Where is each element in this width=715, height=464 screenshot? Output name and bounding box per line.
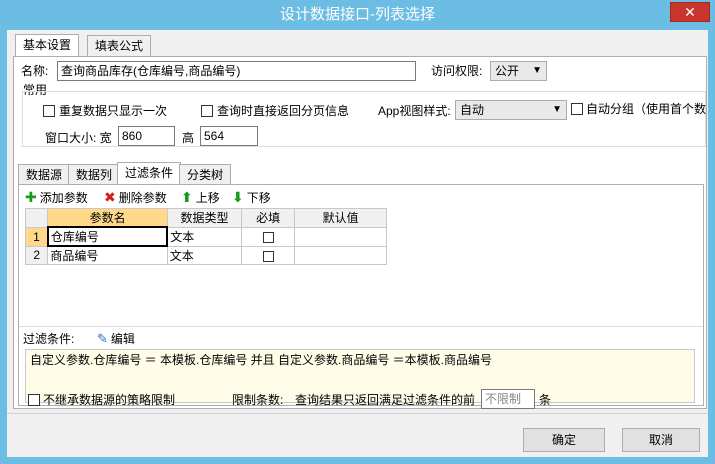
window-height-input[interactable]: 564 <box>200 126 258 146</box>
tab-fill-formula-label: 填表公式 <box>95 39 144 53</box>
no-inherit-checkbox[interactable] <box>28 394 40 406</box>
cancel-button[interactable]: 取消 <box>622 428 700 452</box>
edit-filter-label: 编辑 <box>110 332 135 346</box>
close-icon: ✕ <box>684 4 696 20</box>
title-bar[interactable]: 设计数据接口-列表选择 ✕ <box>0 0 715 30</box>
param-required-cell[interactable] <box>241 226 296 247</box>
chevron-down-icon: ▼ <box>552 104 562 115</box>
delete-param-button[interactable]: ✖ 删除参数 <box>104 188 167 206</box>
tab-basic-settings[interactable]: 基本设置 <box>15 34 80 57</box>
limit-suffix: 条 <box>539 393 552 407</box>
access-label: 访问权限: <box>431 64 483 78</box>
table-row[interactable]: 1 仓库编号 文本 <box>24 226 387 247</box>
filter-conditions-panel: ✚ 添加参数 ✖ 删除参数 ⬆ 上移 ⬇ 下移 参数名 数据类型 必填 默认值 … <box>18 184 704 406</box>
row-number: 1 <box>24 226 49 247</box>
add-param-button[interactable]: ✚ 添加参数 <box>25 188 88 206</box>
param-name-cell[interactable]: 仓库编号 <box>46 226 169 247</box>
no-inherit-label: 不继承数据源的策略限制 <box>43 393 176 407</box>
paged-info-checkbox[interactable] <box>201 105 213 117</box>
param-default-cell[interactable] <box>294 226 387 247</box>
tab-data-source[interactable]: 数据源 <box>18 164 71 186</box>
tab-category-tree-label: 分类树 <box>187 168 224 182</box>
dialog-window: 设计数据接口-列表选择 ✕ 基本设置 填表公式 名称: 查询商品库存(仓库编号,… <box>0 0 715 464</box>
filter-label: 过滤条件: <box>23 332 75 346</box>
dialog-client: 基本设置 填表公式 名称: 查询商品库存(仓库编号,商品编号) 访问权限: 公开… <box>7 30 708 457</box>
repeat-once-checkbox[interactable] <box>43 105 55 117</box>
arrow-down-icon: ⬇ <box>232 189 244 205</box>
access-select[interactable]: 公开 ▼ <box>490 61 547 81</box>
divider <box>7 413 708 414</box>
tab-filter-conditions-label: 过滤条件 <box>125 166 174 180</box>
param-default-cell[interactable] <box>294 245 387 265</box>
app-view-select-value: 自动 <box>460 103 485 117</box>
row-number: 2 <box>24 245 49 265</box>
window-width-input[interactable]: 860 <box>118 126 175 146</box>
col-header-required[interactable]: 必填 <box>241 208 296 228</box>
tab-basic-settings-label: 基本设置 <box>23 38 72 52</box>
tab-fill-formula[interactable]: 填表公式 <box>87 35 152 57</box>
chevron-down-icon: ▼ <box>532 65 542 76</box>
table-row[interactable]: 2 商品编号 文本 <box>24 245 387 265</box>
col-header-type[interactable]: 数据类型 <box>166 208 243 228</box>
tab-data-source-label: 数据源 <box>26 168 63 182</box>
height-label: 高 <box>182 131 195 145</box>
param-required-cell[interactable] <box>241 245 296 265</box>
name-input[interactable]: 查询商品库存(仓库编号,商品编号) <box>57 61 416 81</box>
move-up-button[interactable]: ⬆ 上移 <box>181 188 220 206</box>
param-type-cell[interactable]: 文本 <box>166 245 243 265</box>
param-type-cell[interactable]: 文本 <box>166 226 243 247</box>
required-checkbox[interactable] <box>262 250 274 262</box>
ok-button[interactable]: 确定 <box>523 428 605 452</box>
add-param-label: 添加参数 <box>39 191 88 205</box>
edit-filter-button[interactable]: ✎ 编辑 <box>97 330 135 348</box>
window-size-label: 窗口大小: 宽 <box>45 131 112 145</box>
params-table: 参数名 数据类型 必填 默认值 1 仓库编号 文本 2 商品编号 文本 <box>24 208 387 265</box>
delete-x-icon: ✖ <box>104 189 116 205</box>
edit-icon: ✎ <box>97 331 108 346</box>
auto-group-checkbox[interactable] <box>571 103 583 115</box>
limit-description: 查询结果只返回满足过滤条件的前 <box>295 393 476 407</box>
move-down-button[interactable]: ⬇ 下移 <box>232 188 271 206</box>
access-select-value: 公开 <box>495 64 520 78</box>
params-table-header: 参数名 数据类型 必填 默认值 <box>24 208 387 228</box>
tab-data-columns[interactable]: 数据列 <box>68 164 121 186</box>
divider <box>19 326 703 327</box>
col-header-name[interactable]: 参数名 <box>47 208 168 228</box>
repeat-once-label: 重复数据只显示一次 <box>59 104 168 118</box>
tab-category-tree[interactable]: 分类树 <box>179 164 232 186</box>
arrow-up-icon: ⬆ <box>181 189 193 205</box>
tab-filter-conditions[interactable]: 过滤条件 <box>117 162 182 185</box>
app-view-label: App视图样式: <box>378 104 451 118</box>
row-num-header <box>24 208 49 228</box>
basic-settings-panel: 名称: 查询商品库存(仓库编号,商品编号) 访问权限: 公开 ▼ 常用 重复数据… <box>13 56 707 409</box>
app-view-select[interactable]: 自动 ▼ <box>455 100 567 120</box>
paged-info-label: 查询时直接返回分页信息 <box>217 104 350 118</box>
auto-group-label: 自动分组（使用首个数 <box>586 102 706 116</box>
name-label: 名称: <box>21 64 49 78</box>
required-checkbox[interactable] <box>262 231 274 243</box>
move-down-label: 下移 <box>246 191 271 205</box>
close-button[interactable]: ✕ <box>670 2 710 22</box>
limit-label: 限制条数: <box>232 393 284 407</box>
tab-data-columns-label: 数据列 <box>76 168 113 182</box>
limit-count-input[interactable]: 不限制 <box>481 389 535 409</box>
param-name-cell[interactable]: 商品编号 <box>47 245 168 265</box>
plus-icon: ✚ <box>25 189 37 205</box>
move-up-label: 上移 <box>195 191 220 205</box>
window-title: 设计数据接口-列表选择 <box>280 6 435 23</box>
col-header-default[interactable]: 默认值 <box>294 208 387 228</box>
delete-param-label: 删除参数 <box>118 191 167 205</box>
